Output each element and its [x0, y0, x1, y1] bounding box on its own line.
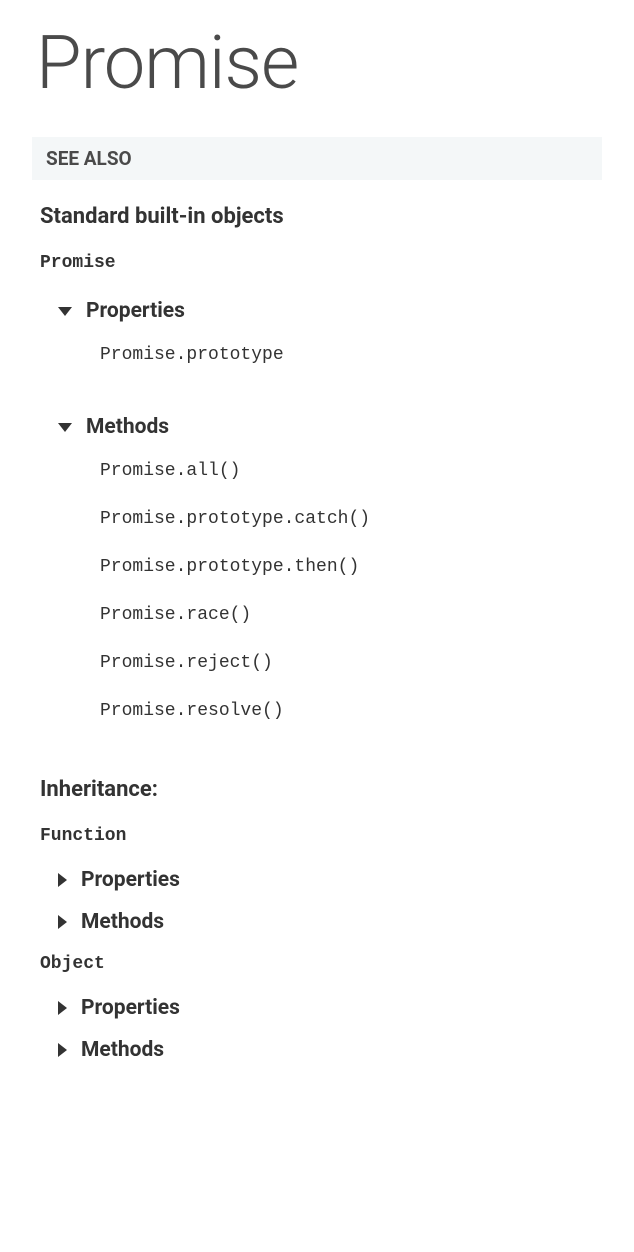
type-label-object[interactable]: Object [0, 948, 634, 992]
toggle-function-methods-label: Methods [81, 910, 164, 934]
page-title: Promise [0, 0, 634, 137]
toggle-methods[interactable]: Methods [0, 407, 634, 447]
toggle-properties[interactable]: Properties [0, 291, 634, 331]
chevron-right-icon [58, 915, 67, 929]
list-item[interactable]: Promise.resolve() [100, 687, 634, 735]
chevron-right-icon [58, 873, 67, 887]
list-item[interactable]: Promise.reject() [100, 639, 634, 687]
list-item[interactable]: Promise.prototype.catch() [100, 495, 634, 543]
toggle-object-properties-label: Properties [81, 996, 180, 1020]
chevron-right-icon [58, 1001, 67, 1015]
toggle-object-methods[interactable]: Methods [0, 1034, 634, 1076]
properties-list: Promise.prototype [0, 331, 634, 393]
toggle-properties-label: Properties [86, 299, 185, 323]
toggle-function-properties-label: Properties [81, 868, 180, 892]
toggle-object-properties[interactable]: Properties [0, 992, 634, 1034]
list-item[interactable]: Promise.prototype [100, 331, 634, 379]
toggle-methods-label: Methods [86, 415, 169, 439]
chevron-down-icon [58, 307, 72, 316]
list-item[interactable]: Promise.prototype.then() [100, 543, 634, 591]
chevron-down-icon [58, 423, 72, 432]
type-label-function[interactable]: Function [0, 820, 634, 864]
see-also-header: SEE ALSO [32, 137, 602, 180]
methods-list: Promise.all() Promise.prototype.catch() … [0, 447, 634, 749]
section-title[interactable]: Standard built-in objects [0, 200, 634, 247]
toggle-object-methods-label: Methods [81, 1038, 164, 1062]
inheritance-label: Inheritance: [0, 763, 634, 820]
list-item[interactable]: Promise.race() [100, 591, 634, 639]
toggle-function-methods[interactable]: Methods [0, 906, 634, 948]
toggle-function-properties[interactable]: Properties [0, 864, 634, 906]
type-label-promise[interactable]: Promise [0, 247, 634, 291]
list-item[interactable]: Promise.all() [100, 447, 634, 495]
chevron-right-icon [58, 1043, 67, 1057]
